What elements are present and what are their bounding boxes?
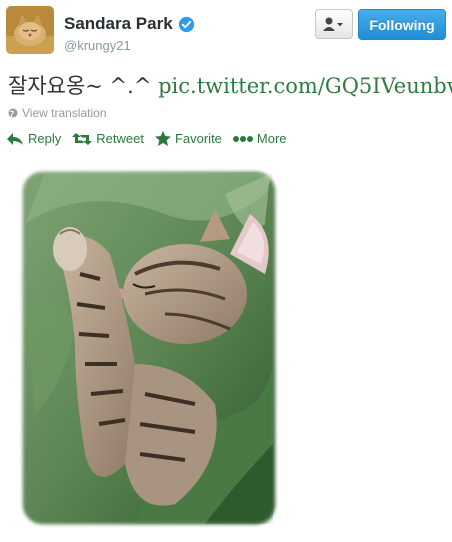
avatar[interactable] [6,6,54,54]
retweet-button[interactable]: Retweet [72,131,144,146]
user-handle[interactable]: @krungy21 [64,38,131,53]
globe-icon [8,108,18,118]
favorite-label: Favorite [174,131,222,146]
user-full-name[interactable]: Sandara Park [64,14,173,34]
chevron-down-icon [337,23,343,27]
verified-badge-icon [178,16,194,32]
tweet-photo[interactable] [15,164,283,532]
tweet-header: Sandara Park @krungy21 Following [6,6,446,62]
favorite-button[interactable]: Favorite [154,131,222,146]
tweet-actions: Reply Retweet Favorite More [6,131,298,146]
user-icon [323,17,343,31]
view-translation-label: View translation [22,106,107,120]
cat-avatar-icon [6,6,54,54]
following-button[interactable]: Following [358,9,446,40]
tweet-body: 잘자요옹~ ^.^ [8,74,159,98]
view-translation-link[interactable]: View translation [8,106,107,120]
retweet-icon [72,132,93,145]
user-actions-dropdown[interactable] [315,9,353,39]
sleeping-cat-photo [15,164,283,532]
more-button[interactable]: More [232,131,287,146]
retweet-label: Retweet [96,131,144,146]
reply-icon [7,132,23,145]
reply-button[interactable]: Reply [6,131,61,146]
star-icon [154,131,171,146]
tweet-text: 잘자요옹~ ^.^ pic.twitter.com/GQ5IVeunbw [8,70,452,100]
more-label: More [256,131,287,146]
user-name-row: Sandara Park [64,14,195,34]
tweet-photo-link[interactable]: pic.twitter.com/GQ5IVeunbw [158,74,452,98]
reply-label: Reply [28,131,62,146]
more-dots-icon [232,135,253,142]
